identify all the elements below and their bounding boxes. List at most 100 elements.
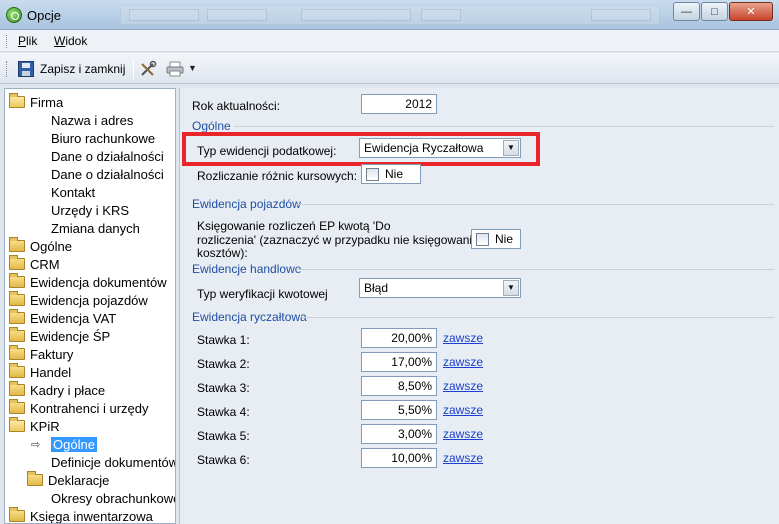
tree-item[interactable]: Urzędy i KRS xyxy=(51,201,129,219)
tools-icon[interactable] xyxy=(139,60,157,78)
vehicles-value: Nie xyxy=(495,232,514,246)
printer-icon[interactable] xyxy=(166,61,184,77)
highlight-annotation xyxy=(182,132,540,166)
options-pane: Rok aktualności: 2012 Ogólne Typ ewidenc… xyxy=(179,88,779,524)
tree-item-label: Księga inwentarzowa xyxy=(30,508,153,524)
tree-item[interactable]: ⇨ Ogólne xyxy=(31,435,97,453)
tree-item[interactable]: CRM xyxy=(9,255,60,273)
tree-item-label: Ogólne xyxy=(30,238,72,254)
tree-item-label: Ewidencja dokumentów xyxy=(30,274,167,290)
tree-item[interactable]: Ewidencje ŚP xyxy=(9,327,110,345)
rate-label: Stawka 4: xyxy=(197,405,250,419)
tree-item-label: Ogólne xyxy=(51,436,97,452)
tree-item-label: Urzędy i KRS xyxy=(51,202,130,218)
rate-label: Stawka 6: xyxy=(197,453,250,467)
tree-item-label: Ewidencja pojazdów xyxy=(30,292,148,308)
tree-item[interactable]: Faktury xyxy=(9,345,73,363)
folder-icon xyxy=(9,309,25,324)
section-vehicles: Ewidencja pojazdów xyxy=(192,197,301,211)
save-and-close-button[interactable]: Zapisz i zamknij xyxy=(18,59,125,79)
fx-diff-value: Nie xyxy=(385,167,404,181)
section-divider xyxy=(302,317,774,318)
rate-label: Stawka 2: xyxy=(197,357,250,371)
folder-icon xyxy=(9,273,25,288)
save-and-close-label: Zapisz i zamknij xyxy=(40,62,126,76)
rate-always-link[interactable]: zawsze xyxy=(443,403,483,417)
checkbox-icon xyxy=(366,167,379,181)
maximize-button[interactable]: □ xyxy=(701,2,728,21)
tree-item-label: Ewidencja VAT xyxy=(30,310,117,326)
tree-item-label: Dane o działalności xyxy=(51,166,164,182)
tree-item-label: Kontakt xyxy=(51,184,96,200)
tree-item-label: CRM xyxy=(30,256,60,272)
tree-item[interactable]: Księga inwentarzowa xyxy=(9,507,153,524)
verify-type-combo[interactable]: Błąd ▼ xyxy=(359,278,521,298)
verify-type-label: Typ weryfikacji kwotowej xyxy=(197,287,328,301)
title-bar: Opcje — □ ✕ xyxy=(0,0,779,30)
year-field[interactable]: 2012 xyxy=(361,94,437,114)
menu-plik[interactable]: Plik xyxy=(18,34,37,48)
tree-item-label: Biuro rachunkowe xyxy=(51,130,156,146)
menu-widok[interactable]: Widok xyxy=(54,34,87,48)
section-divider xyxy=(296,269,774,270)
tree-item[interactable]: KPiR xyxy=(9,417,60,435)
floppy-disk-icon xyxy=(18,61,34,77)
tree-item-label: Firma xyxy=(30,94,64,110)
minimize-button[interactable]: — xyxy=(673,2,700,21)
options-tree[interactable]: Firma Nazwa i adres Biuro rachunkowe Dane o… xyxy=(4,88,176,524)
tree-item-label: Dane o działalności xyxy=(51,148,164,164)
tree-item[interactable]: Ewidencja VAT xyxy=(9,309,116,327)
tree-item[interactable]: Deklaracje xyxy=(27,471,109,489)
vehicles-label-line1: Księgowanie rozliczeń EP kwotą 'Do xyxy=(197,219,391,233)
tree-item[interactable]: Biuro rachunkowe xyxy=(51,129,155,147)
tree-item-label: Ewidencje ŚP xyxy=(30,328,111,344)
menubar-grip xyxy=(6,35,9,48)
rate-always-link[interactable]: zawsze xyxy=(443,451,483,465)
tree-item-label: Kadry i płace xyxy=(30,382,106,398)
tree-item-label: Deklaracje xyxy=(48,472,110,488)
rate-always-link[interactable]: zawsze xyxy=(443,427,483,441)
window-title: Opcje xyxy=(27,8,61,23)
vehicles-checkbox[interactable]: Nie xyxy=(471,229,521,249)
folder-icon xyxy=(9,255,25,270)
tree-item[interactable]: Ewidencja pojazdów xyxy=(9,291,148,309)
tree-item[interactable]: Dane o działalności xyxy=(51,147,164,165)
tree-item-label: Kontrahenci i urzędy xyxy=(30,400,149,416)
rate-always-link[interactable]: zawsze xyxy=(443,379,483,393)
rate-label: Stawka 1: xyxy=(197,333,250,347)
toolbar: Zapisz i zamknij ▼ xyxy=(0,53,779,84)
tree-item-label: Zmiana danych xyxy=(51,220,140,236)
tree-item[interactable]: Zmiana danych xyxy=(51,219,140,237)
dropdown-arrow-icon[interactable]: ▼ xyxy=(188,63,197,73)
section-divider xyxy=(234,126,774,127)
rate-field[interactable]: 17,00% xyxy=(361,352,437,372)
tree-item[interactable]: Okresy obrachunkowe xyxy=(51,489,176,507)
tree-item[interactable]: Ewidencja dokumentów xyxy=(9,273,167,291)
rate-always-link[interactable]: zawsze xyxy=(443,331,483,345)
folder-icon xyxy=(9,507,25,522)
tree-item-label: Faktury xyxy=(30,346,74,362)
tree-item[interactable]: Nazwa i adres xyxy=(51,111,133,129)
tree-item[interactable]: Definicje dokumentów xyxy=(51,453,175,471)
rate-always-link[interactable]: zawsze xyxy=(443,355,483,369)
menu-bar: Plik Widok xyxy=(0,30,779,52)
tree-item[interactable]: Firma xyxy=(9,93,63,111)
chevron-down-icon[interactable]: ▼ xyxy=(503,280,519,296)
tree-item[interactable]: Kontakt xyxy=(51,183,95,201)
tree-item-label: Nazwa i adres xyxy=(51,112,134,128)
tree-item[interactable]: Kadry i płace xyxy=(9,381,105,399)
rate-field[interactable]: 8,50% xyxy=(361,376,437,396)
fx-diff-checkbox[interactable]: Nie xyxy=(361,164,421,184)
rate-field[interactable]: 3,00% xyxy=(361,424,437,444)
tree-item[interactable]: Ogólne xyxy=(9,237,72,255)
tree-item[interactable]: Dane o działalności xyxy=(51,165,164,183)
rate-field[interactable]: 5,50% xyxy=(361,400,437,420)
rate-field[interactable]: 20,00% xyxy=(361,328,437,348)
close-button[interactable]: ✕ xyxy=(729,2,773,21)
verify-type-value: Błąd xyxy=(364,281,389,295)
tree-item[interactable]: Kontrahenci i urzędy xyxy=(9,399,149,417)
tree-item-label: Okresy obrachunkowe xyxy=(51,490,176,506)
tree-item[interactable]: Handel xyxy=(9,363,71,381)
folder-icon xyxy=(9,345,25,360)
rate-field[interactable]: 10,00% xyxy=(361,448,437,468)
